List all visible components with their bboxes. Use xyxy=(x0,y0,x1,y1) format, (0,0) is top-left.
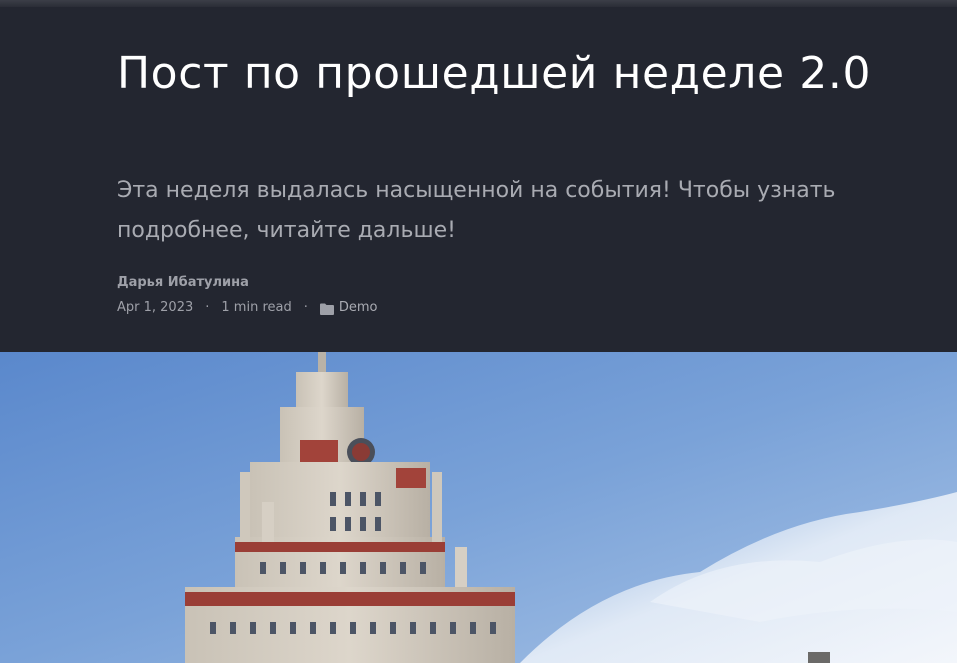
hero-image xyxy=(0,352,957,663)
post-date: Apr 1, 2023 xyxy=(117,300,194,315)
meta-separator: · xyxy=(303,300,308,315)
post-meta: Apr 1, 2023 · 1 min read · Demo xyxy=(117,298,378,318)
meta-separator: · xyxy=(205,300,210,315)
post-header: Пост по прошедшей неделе 2.0 Эта неделя … xyxy=(0,7,957,352)
post-author[interactable]: Дарья Ибатулина xyxy=(117,273,249,293)
top-nav-bar xyxy=(0,0,957,7)
post-subtitle: Эта неделя выдалась насыщенной на событи… xyxy=(117,178,836,243)
category-link[interactable]: Demo xyxy=(339,298,378,318)
read-time: 1 min read xyxy=(221,300,292,315)
page-title: Пост по прошедшей неделе 2.0 xyxy=(117,48,872,99)
folder-icon xyxy=(319,302,334,315)
